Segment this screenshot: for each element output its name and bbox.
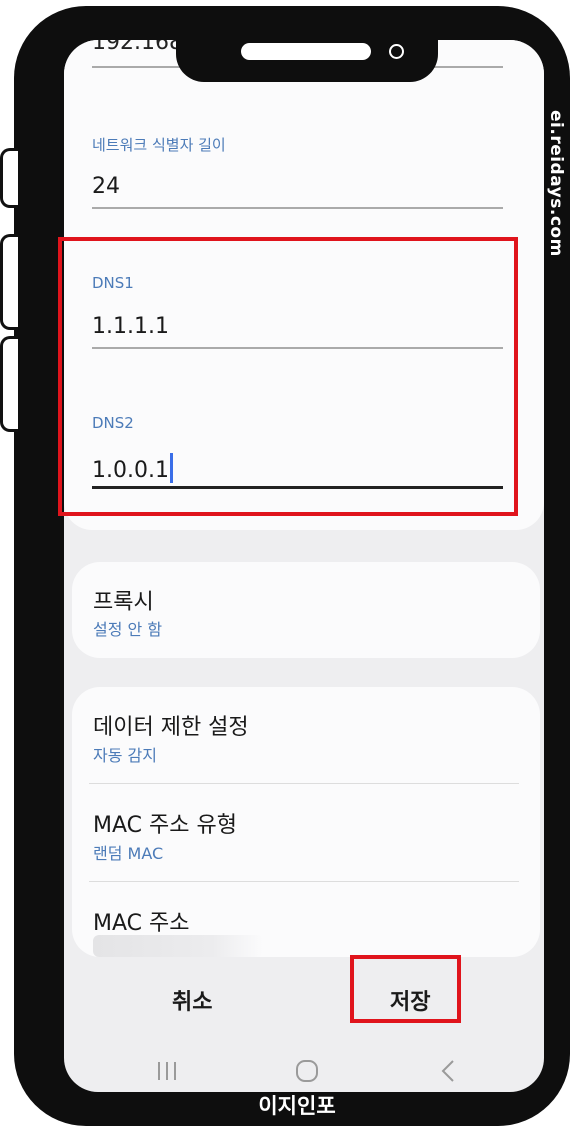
camera-icon [389,44,404,59]
proxy-row[interactable]: 프록시 설정 안 함 [72,562,540,658]
prefix-length-underline [92,207,503,209]
prefix-length-label: 네트워크 식별자 길이 [92,136,226,154]
cancel-button[interactable]: 취소 [172,984,212,1016]
divider [89,881,519,882]
prefix-length-input[interactable]: 24 [92,174,120,199]
proxy-value: 설정 안 함 [93,620,163,639]
volume-up-button [0,234,18,330]
mac-type-value: 랜덤 MAC [93,844,164,863]
proxy-title: 프록시 [93,590,154,615]
mac-address-title: MAC 주소 [93,911,190,936]
divider [89,783,519,784]
data-limit-title: 데이터 제한 설정 [93,715,249,740]
screen: 192.168. 네트워크 식별자 길이 24 DNS1 1.1.1.1 DNS… [64,40,544,1092]
dns-highlight-box [58,237,518,516]
home-icon[interactable] [295,1059,319,1087]
data-limit-value: 자동 감지 [93,746,157,765]
watermark-side-text: ei.reidays.com [546,110,566,257]
save-highlight-box [350,955,461,1023]
mac-type-title: MAC 주소 유형 [93,813,237,838]
side-button-upper [0,148,18,208]
phone-frame: 192.168. 네트워크 식별자 길이 24 DNS1 1.1.1.1 DNS… [14,6,570,1126]
mac-address-value-blurred [93,935,263,957]
recent-apps-icon[interactable] [156,1060,178,1086]
watermark-bottom-text: 이지인포 [258,1094,336,1118]
speaker-grille [241,43,371,60]
advanced-settings-card: 데이터 제한 설정 자동 감지 MAC 주소 유형 랜덤 MAC MAC 주소 [72,687,540,957]
back-icon[interactable] [440,1059,456,1087]
volume-down-button [0,336,18,432]
